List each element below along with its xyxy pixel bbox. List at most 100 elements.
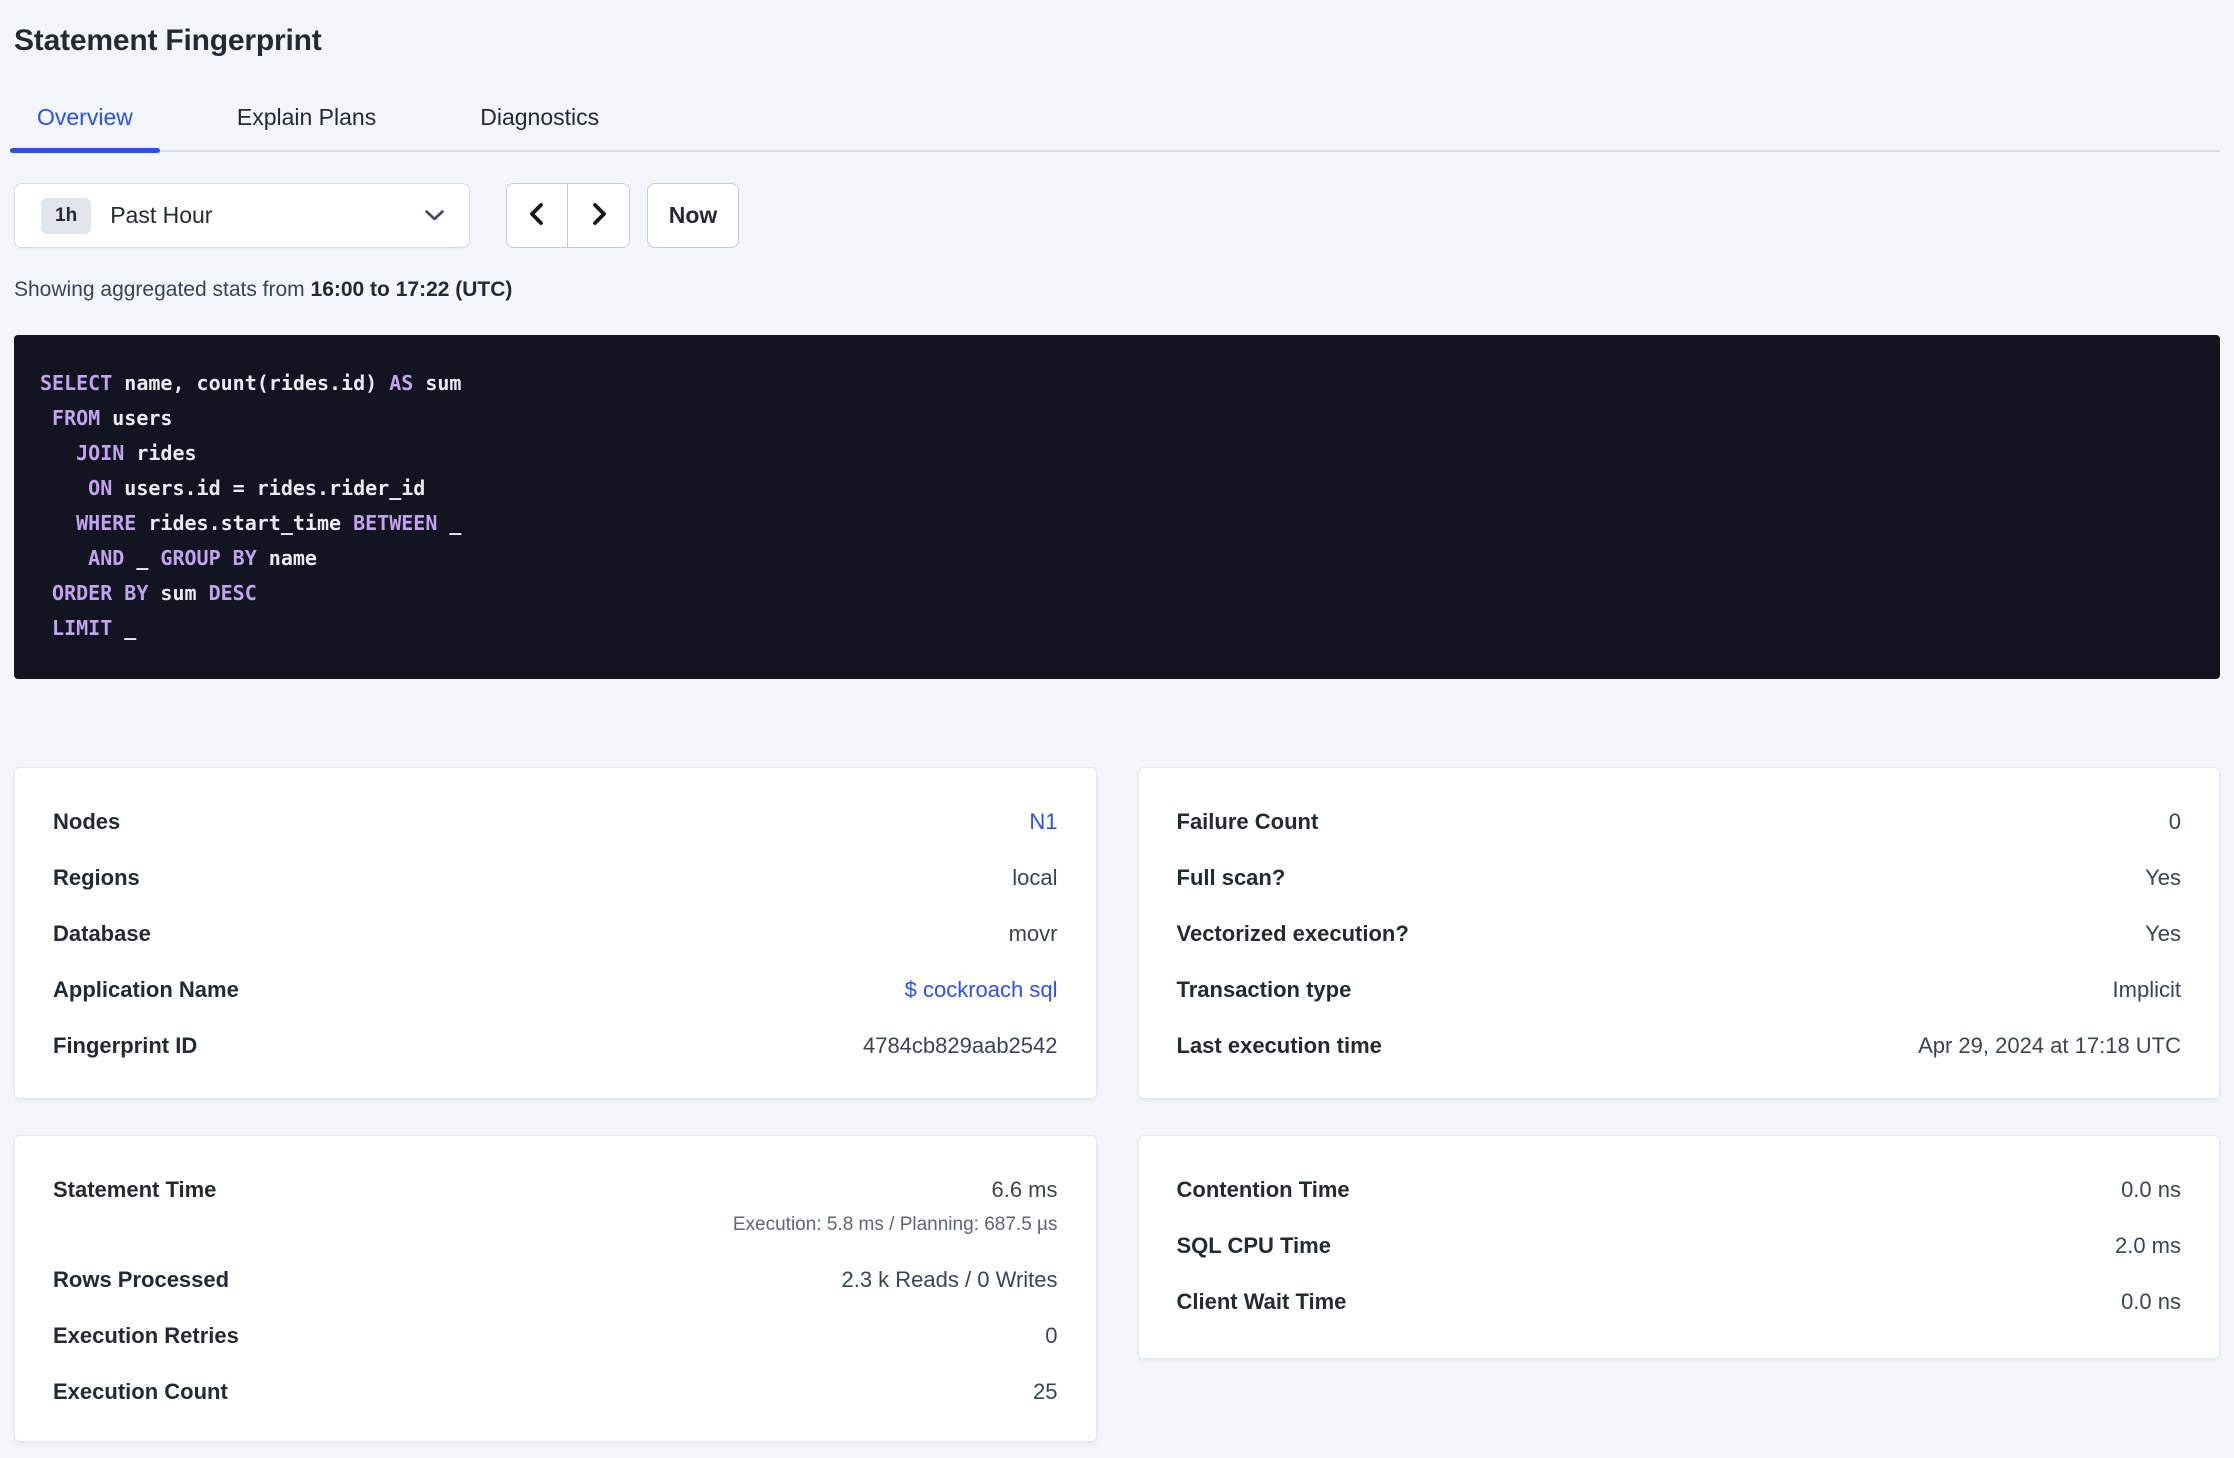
sql-text: rides.start_time <box>136 511 354 535</box>
sql-text: users <box>100 406 173 430</box>
time-range-duration-badge: 1h <box>41 197 92 234</box>
chevron-left-icon <box>524 198 550 233</box>
stat-value-wrap: 6.6 ms Execution: 5.8 ms / Planning: 687.… <box>733 1177 1058 1237</box>
sql-keyword: AND <box>88 546 125 570</box>
sql-text: users.id = rides.rider_id <box>112 476 426 500</box>
sql-keyword: LIMIT <box>52 616 113 640</box>
sql-text: sum <box>413 371 462 395</box>
aggregated-stats-range: 16:00 to 17:22 (UTC) <box>310 278 513 301</box>
stat-value: Apr 29, 2024 at 17:18 UTC <box>1918 1033 2181 1058</box>
sql-line: AND _ GROUP BY name <box>40 541 2194 576</box>
tab-explain-plans[interactable]: Explain Plans <box>210 104 403 150</box>
stat-value-wrap: Implicit <box>2113 977 2181 1003</box>
stat-value: 2.3 k Reads / 0 Writes <box>841 1267 1058 1292</box>
stat-label: Transaction type <box>1176 977 1352 1002</box>
sql-line: SELECT name, count(rides.id) AS sum <box>40 366 2194 401</box>
sql-line: WHERE rides.start_time BETWEEN _ <box>40 506 2194 541</box>
sql-keyword: BETWEEN <box>353 511 438 535</box>
stat-value-wrap: 25 <box>1033 1379 1057 1405</box>
stat-value-wrap: movr <box>1009 921 1058 947</box>
stat-value-wrap: 4784cb829aab2542 <box>863 1033 1058 1059</box>
chevron-down-icon <box>424 209 445 222</box>
stat-value-wrap: 2.0 ms <box>2115 1233 2181 1259</box>
stat-value-wrap: Yes <box>2145 921 2181 947</box>
sql-text: name, count(rides.id) <box>112 371 390 395</box>
tab-overview[interactable]: Overview <box>10 104 160 153</box>
sql-statement-box: SELECT name, count(rides.id) AS sum FROM… <box>14 335 2220 679</box>
sql-keyword: DESC <box>208 581 257 605</box>
time-range-dropdown[interactable]: 1h Past Hour <box>14 183 470 248</box>
stat-value-wrap: $ cockroach sql <box>905 977 1058 1003</box>
stat-label: Rows Processed <box>53 1267 230 1292</box>
sql-text: _ <box>112 616 137 640</box>
statement-info-card: Nodes N1 Regions local Database movr Applicati… <box>14 767 1097 1099</box>
sql-keyword: ORDER BY <box>52 581 149 605</box>
sql-keyword: AS <box>389 371 414 395</box>
now-button[interactable]: Now <box>647 183 739 248</box>
sql-line: ON users.id = rides.rider_id <box>40 471 2194 506</box>
stat-value: 6.6 ms <box>991 1177 1058 1202</box>
stat-row: Contention Time 0.0 ns <box>1177 1162 2182 1218</box>
stat-label: Fingerprint ID <box>53 1033 198 1058</box>
stat-label: Contention Time <box>1176 1177 1350 1202</box>
stat-sub-value: Execution: 5.8 ms / Planning: 687.5 µs <box>732 1214 1058 1235</box>
next-interval-button[interactable] <box>568 184 629 247</box>
stat-value-wrap: N1 <box>1029 809 1057 835</box>
stat-value-wrap: 0.0 ns <box>2121 1289 2181 1315</box>
time-step-buttons <box>506 183 630 248</box>
tab-diagnostics[interactable]: Diagnostics <box>453 104 626 150</box>
stat-label: Regions <box>53 865 140 890</box>
previous-interval-button[interactable] <box>507 184 568 247</box>
stat-row: Database movr <box>53 906 1058 962</box>
stat-value: Yes <box>2145 865 2181 890</box>
stat-row: Execution Retries 0 <box>53 1308 1058 1364</box>
time-range-label: Past Hour <box>110 202 213 228</box>
stat-row: Regions local <box>53 850 1058 906</box>
stat-value: 4784cb829aab2542 <box>862 1033 1058 1058</box>
stat-row: Rows Processed 2.3 k Reads / 0 Writes <box>53 1252 1058 1308</box>
stat-row: Execution Count 25 <box>53 1364 1058 1420</box>
stat-row: Client Wait Time 0.0 ns <box>1177 1274 2182 1330</box>
stat-label: Execution Retries <box>53 1323 239 1348</box>
stat-row: Vectorized execution? Yes <box>1177 906 2182 962</box>
stat-value: Yes <box>2145 921 2181 946</box>
stat-label: Application Name <box>53 977 239 1002</box>
sql-keyword: FROM <box>52 406 101 430</box>
stat-value-wrap: 0.0 ns <box>2121 1177 2181 1203</box>
sql-text: rides <box>124 441 197 465</box>
sql-keyword: SELECT <box>40 371 113 395</box>
stat-value: Implicit <box>2112 977 2181 1002</box>
stat-label: Last execution time <box>1176 1033 1382 1058</box>
sql-line: FROM users <box>40 401 2194 436</box>
stat-value-link[interactable]: $ cockroach sql <box>905 977 1058 1002</box>
tabs-bar: Overview Explain Plans Diagnostics <box>10 104 2220 153</box>
stat-value: 0.0 ns <box>2121 1177 2181 1202</box>
sql-text: _ <box>437 511 462 535</box>
stat-row: Nodes N1 <box>53 794 1058 850</box>
stat-label: Statement Time <box>53 1177 217 1202</box>
stat-row: Statement Time 6.6 ms Execution: 5.8 ms / … <box>53 1162 1058 1252</box>
stat-row: Full scan? Yes <box>1177 850 2182 906</box>
stat-value-wrap: 2.3 k Reads / 0 Writes <box>841 1267 1057 1293</box>
sql-text: sum <box>148 581 209 605</box>
stat-value-wrap: Apr 29, 2024 at 17:18 UTC <box>1918 1033 2181 1059</box>
sql-keyword: WHERE <box>76 511 137 535</box>
stat-value: 2.0 ms <box>2114 1233 2181 1258</box>
aggregated-stats-caption: Showing aggregated stats from 16:00 to 1… <box>14 278 2220 302</box>
stat-value: 0 <box>2168 809 2181 834</box>
stat-value-link[interactable]: N1 <box>1029 809 1057 834</box>
sql-text: name <box>256 546 317 570</box>
sql-line: LIMIT _ <box>40 611 2194 646</box>
stat-value-wrap: 0 <box>1045 1323 1057 1349</box>
execution-attributes-card: Failure Count 0 Full scan? Yes Vectorized ex… <box>1137 767 2220 1099</box>
stat-label: SQL CPU Time <box>1176 1233 1331 1258</box>
stat-label: Full scan? <box>1176 865 1286 890</box>
wait-timing-card: Contention Time 0.0 ns SQL CPU Time 2.0 ms C… <box>1137 1135 2220 1359</box>
